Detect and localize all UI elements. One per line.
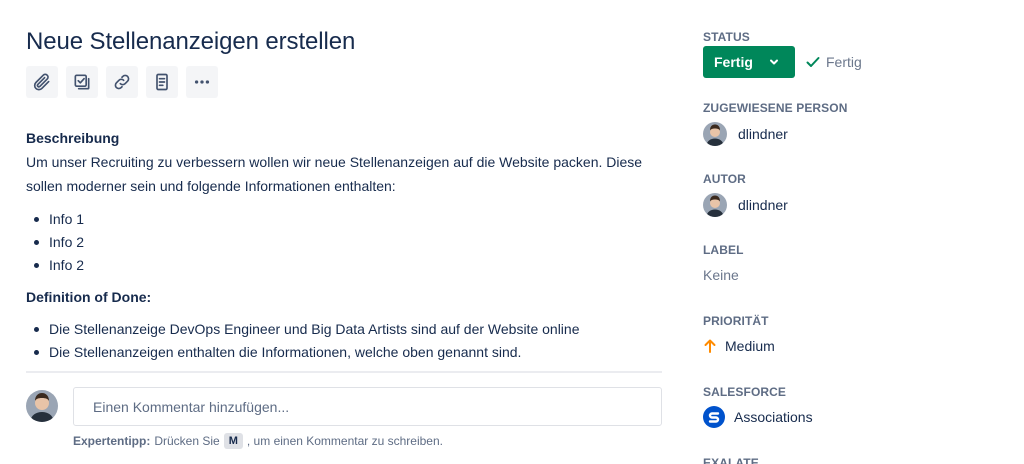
salesforce-associations-link[interactable]: Associations — [703, 406, 813, 428]
issue-title[interactable]: Neue Stellenanzeigen erstellen — [26, 28, 355, 56]
reporter-name: dlindner — [738, 197, 788, 213]
list-item: Die Stellenanzeige DevOps Engineer und B… — [26, 319, 580, 342]
tip-text: Drücken Sie — [154, 434, 220, 448]
comment-input[interactable] — [73, 387, 662, 426]
description-heading: Beschreibung — [26, 130, 120, 146]
divider — [26, 371, 662, 373]
avatar — [703, 122, 727, 146]
description-line: sollen moderner sein und folgende Inform… — [26, 178, 396, 194]
info-list: Info 1 Info 2 Info 2 — [26, 209, 84, 278]
document-icon — [156, 73, 168, 91]
priority-label: PRIORITÄT — [703, 314, 769, 328]
assignee-label: ZUGEWIESENE PERSON — [703, 101, 848, 115]
paperclip-icon — [33, 73, 50, 91]
reporter[interactable]: dlindner — [703, 193, 788, 217]
assignee-name: dlindner — [738, 126, 788, 142]
link-icon — [114, 74, 130, 90]
dod-heading: Definition of Done: — [26, 289, 152, 305]
dod-list: Die Stellenanzeige DevOps Engineer und B… — [26, 319, 580, 365]
description-text[interactable]: Um unser Recruiting zu verbessern wollen… — [26, 150, 646, 198]
priority-field[interactable]: Medium — [703, 338, 775, 354]
resolution: Fertig — [805, 54, 862, 70]
subtask-button[interactable] — [66, 66, 98, 98]
salesforce-label: SALESFORCE — [703, 385, 787, 399]
description-line: Um unser Recruiting zu verbessern wollen… — [26, 154, 643, 170]
checklist-icon — [74, 74, 90, 90]
attach-button[interactable] — [26, 66, 58, 98]
link-issue-button[interactable] — [106, 66, 138, 98]
assignee[interactable]: dlindner — [703, 122, 788, 146]
exalate-label: EXALATE — [703, 456, 759, 464]
resolution-value: Fertig — [826, 54, 862, 70]
arrow-up-icon — [704, 339, 716, 353]
priority-value: Medium — [725, 338, 775, 354]
avatar — [703, 193, 727, 217]
reporter-label: AUTOR — [703, 172, 746, 186]
status-label: STATUS — [703, 30, 750, 44]
labels-value[interactable]: Keine — [703, 267, 739, 283]
chevron-down-icon — [770, 59, 778, 65]
status-value: Fertig — [714, 54, 753, 70]
labels-label: LABEL — [703, 243, 744, 257]
tip-label: Expertentipp: — [73, 434, 151, 448]
shortcut-key: M — [223, 433, 243, 449]
tip-text: , um einen Kommentar zu schreiben. — [246, 434, 443, 448]
salesforce-value: Associations — [734, 409, 813, 425]
expert-tip: Expertentipp: Drücken Sie M , um einen K… — [73, 433, 443, 449]
issue-toolbar — [26, 66, 218, 98]
list-item: Info 2 — [26, 232, 84, 255]
list-item: Info 1 — [26, 209, 84, 232]
check-icon — [806, 57, 820, 67]
salesforce-logo-icon — [703, 406, 725, 428]
more-button[interactable] — [186, 66, 218, 98]
more-icon — [194, 80, 210, 84]
status-dropdown[interactable]: Fertig — [703, 46, 795, 78]
page-button[interactable] — [146, 66, 178, 98]
avatar — [26, 390, 58, 422]
list-item: Info 2 — [26, 255, 84, 278]
list-item: Die Stellenanzeigen enthalten die Inform… — [26, 342, 580, 365]
